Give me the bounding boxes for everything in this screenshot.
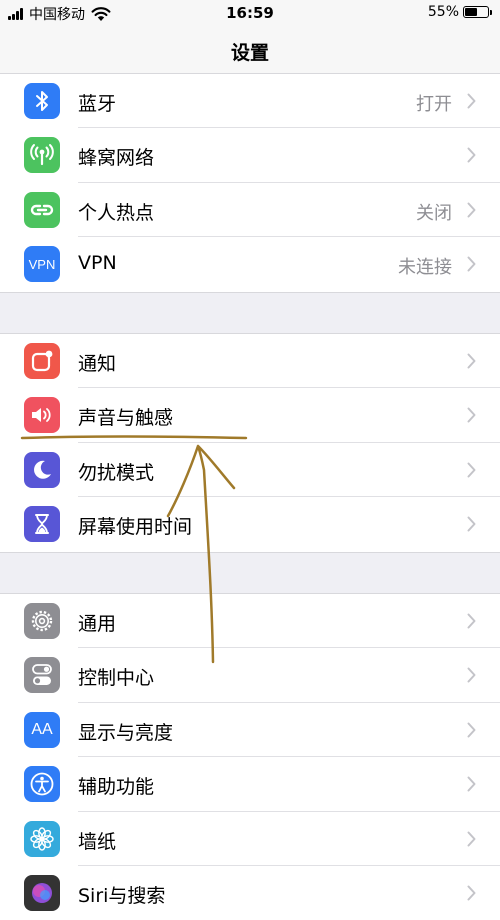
row-label: 通知 bbox=[78, 353, 117, 375]
settings-row-0-2[interactable]: 个人热点 关闭 bbox=[0, 183, 500, 238]
row-label: 辅助功能 bbox=[78, 776, 155, 799]
page-title: 设置 bbox=[230, 42, 269, 64]
settings-row-2-1[interactable]: 控制中心 bbox=[0, 648, 500, 703]
cellular-icon bbox=[24, 137, 60, 174]
battery-tip bbox=[490, 9, 492, 15]
battery-level bbox=[465, 8, 477, 16]
icon-text: AA bbox=[31, 720, 53, 738]
settings-group-connectivity: 蓝牙 打开蜂窝网络个人热点 关闭 VPN VPN 未连接 bbox=[0, 74, 500, 293]
row-label: 蜂窝网络 bbox=[78, 147, 155, 170]
settings-row-0-0[interactable]: 蓝牙 打开 bbox=[0, 74, 500, 129]
battery-icon bbox=[463, 6, 489, 18]
chevron-right-icon bbox=[467, 202, 476, 218]
row-label: 墙纸 bbox=[78, 830, 117, 853]
settings-row-0-3[interactable]: VPN VPN 未连接 bbox=[0, 237, 500, 291]
chevron-right-icon bbox=[467, 93, 476, 109]
flower-icon bbox=[24, 820, 60, 857]
settings-row-1-3[interactable]: 屏幕使用时间 bbox=[0, 497, 500, 551]
row-value: 打开 bbox=[416, 94, 452, 115]
chevron-right-icon bbox=[467, 407, 476, 423]
settings-row-1-2[interactable]: 勿扰模式 bbox=[0, 443, 500, 498]
hotspot-icon bbox=[24, 191, 60, 228]
settings-row-1-1[interactable]: 声音与触感 bbox=[0, 388, 500, 443]
status-bar: 中国移动 16:59 55% bbox=[0, 0, 500, 28]
hourglass-icon bbox=[24, 506, 60, 543]
chevron-right-icon bbox=[467, 885, 476, 901]
bluetooth-icon bbox=[24, 83, 60, 119]
vpn-icon: VPN bbox=[24, 246, 60, 283]
toggles-icon bbox=[24, 657, 60, 694]
row-label: 个人热点 bbox=[78, 201, 155, 224]
chevron-right-icon bbox=[467, 722, 476, 738]
siri-icon bbox=[24, 874, 60, 911]
chevron-right-icon bbox=[467, 776, 476, 792]
chevron-right-icon bbox=[467, 667, 476, 683]
moon-icon bbox=[24, 451, 60, 488]
status-right: 55% bbox=[428, 4, 492, 20]
battery-percent: 55% bbox=[427, 4, 459, 20]
settings-row-1-0[interactable]: 通知 bbox=[0, 334, 500, 389]
accessibility-icon bbox=[24, 766, 60, 803]
row-label: 勿扰模式 bbox=[78, 461, 155, 484]
chevron-right-icon bbox=[467, 613, 476, 629]
settings-row-0-1[interactable]: 蜂窝网络 bbox=[0, 128, 500, 183]
chevron-right-icon bbox=[467, 147, 476, 163]
icon-text: VPN bbox=[28, 256, 56, 272]
settings-group-notifications: 通知声音与触感勿扰模式屏幕使用时间 bbox=[0, 333, 500, 553]
row-value: 关闭 bbox=[416, 202, 452, 224]
settings-group-general: 通用控制中心 AA 显示与亮度辅助功能墙纸 Siri与搜索 bbox=[0, 593, 500, 920]
settings-row-2-3[interactable]: 辅助功能 bbox=[0, 757, 500, 812]
chevron-right-icon bbox=[467, 353, 476, 369]
row-label: 控制中心 bbox=[78, 667, 155, 690]
row-label: 声音与触感 bbox=[78, 407, 174, 430]
notifications-icon bbox=[24, 343, 60, 379]
status-time: 16:59 bbox=[226, 4, 274, 22]
chevron-right-icon bbox=[467, 256, 476, 272]
gear-icon bbox=[24, 603, 60, 639]
chevron-right-icon bbox=[467, 516, 476, 532]
row-value: 未连接 bbox=[398, 257, 452, 279]
speaker-icon bbox=[24, 397, 60, 434]
row-label: 蓝牙 bbox=[78, 93, 117, 115]
row-label: Siri与搜索 bbox=[78, 884, 166, 907]
row-label: VPN bbox=[78, 252, 117, 275]
settings-row-2-5[interactable]: Siri与搜索 bbox=[0, 866, 500, 920]
settings-row-2-4[interactable]: 墙纸 bbox=[0, 812, 500, 866]
settings-row-2-2[interactable]: AA 显示与亮度 bbox=[0, 703, 500, 758]
row-label: 通用 bbox=[78, 613, 117, 635]
row-label: 显示与亮度 bbox=[78, 721, 174, 744]
settings-row-2-0[interactable]: 通用 bbox=[0, 594, 500, 649]
navigation-bar: 设置 bbox=[0, 28, 500, 74]
chevron-right-icon bbox=[467, 462, 476, 478]
row-label: 屏幕使用时间 bbox=[78, 516, 193, 539]
text-size-icon: AA bbox=[24, 711, 60, 748]
chevron-right-icon bbox=[467, 831, 476, 847]
